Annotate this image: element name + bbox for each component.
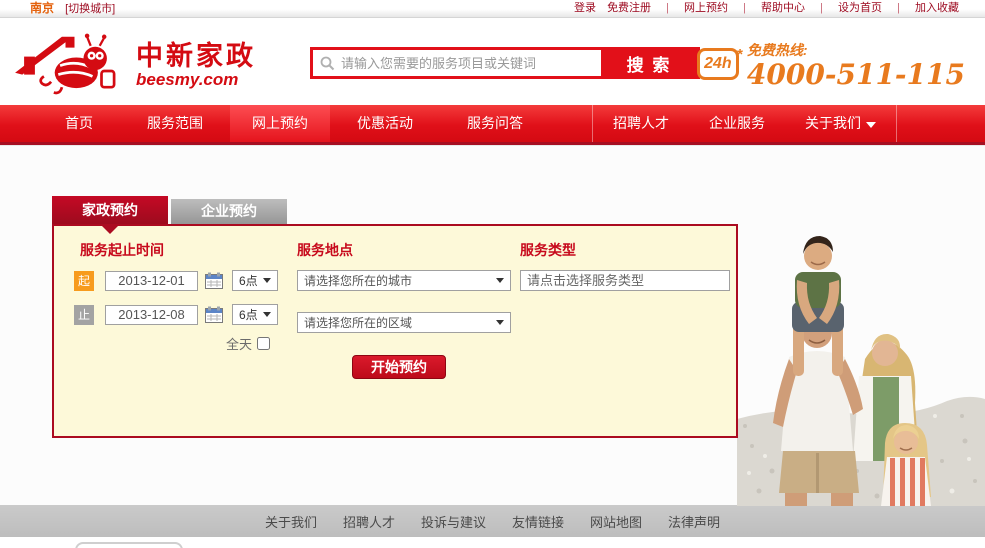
nav-item-services[interactable]: 服务范围 — [120, 105, 230, 142]
nav-left-group: 首页 服务范围 网上预约 优惠活动 服务问答 — [38, 105, 550, 142]
partial-rounded-box — [75, 542, 183, 548]
footer: 关于我们 招聘人才 投诉与建议 友情链接 网站地图 法律声明 — [0, 505, 985, 537]
footer-link-about[interactable]: 关于我们 — [265, 512, 317, 531]
hotline-label: 免费热线: — [746, 42, 808, 58]
select-arrow-icon — [263, 278, 271, 283]
site-logo[interactable]: 中新家政 beesmy.com — [10, 26, 256, 103]
city-selector: 南京 [切换城市] — [30, 1, 115, 17]
help-center-link[interactable]: 帮助中心 — [761, 2, 805, 14]
footer-link-sitemap[interactable]: 网站地图 — [590, 512, 642, 531]
main-content: 家政预约 企业预约 服务起止时间 服务地点 服务类型 起 2013-12-01 … — [0, 145, 985, 506]
bottom-strip — [0, 537, 985, 548]
set-homepage-link[interactable]: 设为首页 — [838, 2, 882, 14]
all-day-checkbox[interactable] — [257, 337, 271, 350]
start-tag: 起 — [74, 270, 94, 291]
topbar-links: 登录 免费注册 | 网上预约 | 帮助中心 | 设为首页 | 加入收藏 — [570, 1, 963, 16]
switch-city-link[interactable]: [切换城市] — [65, 3, 115, 15]
type-section-title: 服务类型 — [520, 242, 576, 258]
district-select[interactable]: 请选择您所在的区域 — [297, 312, 511, 333]
all-day-option: 全天 — [226, 334, 271, 353]
start-calendar-icon[interactable] — [205, 272, 223, 289]
nav-item-promotions[interactable]: 优惠活动 — [330, 105, 440, 142]
star-icon: * — [737, 46, 743, 63]
topbar: 南京 [切换城市] 登录 免费注册 | 网上预约 | 帮助中心 | 设为首页 |… — [0, 0, 985, 18]
end-calendar-icon[interactable] — [205, 306, 223, 323]
tab-company-booking[interactable]: 企业预约 — [171, 199, 287, 224]
footer-link-complaints[interactable]: 投诉与建议 — [421, 512, 486, 531]
bee-mascot-icon — [10, 26, 130, 103]
family-photo — [737, 161, 985, 506]
nav-right-group: 招聘人才 企业服务 关于我们 — [592, 105, 897, 142]
nav-item-online-booking[interactable]: 网上预约 — [230, 105, 330, 142]
separator: | — [666, 2, 669, 14]
search-icon — [320, 56, 335, 76]
nav-item-about-us[interactable]: 关于我们 — [785, 105, 896, 142]
logo-text: 中新家政 beesmy.com — [136, 41, 256, 89]
end-time-row: 止 6点 — [74, 304, 278, 325]
hotline: 24h * 免费热线: 4000-511-115 — [696, 40, 965, 91]
select-arrow-icon — [496, 278, 504, 283]
footer-link-legal[interactable]: 法律声明 — [668, 512, 720, 531]
tab-home-booking[interactable]: 家政预约 — [52, 196, 168, 224]
online-booking-link[interactable]: 网上预约 — [684, 2, 728, 14]
footer-link-recruitment[interactable]: 招聘人才 — [343, 512, 395, 531]
all-day-label: 全天 — [226, 337, 253, 352]
select-arrow-icon — [263, 312, 271, 317]
booking-tabs: 家政预约 企业预约 — [52, 196, 287, 224]
time-section-title: 服务起止时间 — [80, 242, 164, 258]
login-link[interactable]: 登录 — [574, 2, 596, 14]
nav-item-enterprise[interactable]: 企业服务 — [689, 105, 785, 142]
start-hour-select[interactable]: 6点 — [232, 270, 278, 291]
nav-item-home[interactable]: 首页 — [38, 105, 120, 142]
search-input[interactable] — [313, 50, 601, 76]
main-nav: 首页 服务范围 网上预约 优惠活动 服务问答 招聘人才 企业服务 关于我们 — [0, 105, 985, 145]
add-favorite-link[interactable]: 加入收藏 — [915, 2, 959, 14]
end-tag: 止 — [74, 304, 94, 325]
nav-item-faq[interactable]: 服务问答 — [440, 105, 550, 142]
nav-item-recruitment[interactable]: 招聘人才 — [593, 105, 689, 142]
start-booking-button[interactable]: 开始预约 — [352, 355, 446, 379]
current-city-label: 南京 — [30, 1, 55, 15]
separator: | — [743, 2, 746, 14]
search-button[interactable]: 搜 索 — [601, 50, 697, 76]
start-time-row: 起 6点 — [74, 270, 278, 291]
24h-badge-icon: 24h * — [696, 46, 743, 80]
chevron-down-icon — [866, 122, 876, 128]
brand-domain: beesmy.com — [136, 69, 239, 89]
select-arrow-icon — [496, 320, 504, 325]
location-section-title: 服务地点 — [297, 242, 353, 258]
service-type-input[interactable] — [520, 270, 730, 291]
separator: | — [820, 2, 823, 14]
start-date-input[interactable] — [105, 270, 198, 291]
active-tab-pointer-icon — [102, 226, 118, 234]
end-date-input[interactable] — [105, 304, 198, 325]
separator: | — [897, 2, 900, 14]
register-link[interactable]: 免费注册 — [607, 2, 651, 14]
hotline-number: 4000-511-115 — [746, 58, 965, 91]
footer-link-friendly-links[interactable]: 友情链接 — [512, 512, 564, 531]
header: 中新家政 beesmy.com 搜 索 24h* 免费热线: — [0, 18, 985, 105]
brand-name-cn: 中新家政 — [136, 40, 256, 71]
booking-panel: 服务起止时间 服务地点 服务类型 起 6点 — [52, 224, 738, 438]
search-box: 搜 索 — [310, 47, 700, 79]
end-hour-select[interactable]: 6点 — [232, 304, 278, 325]
city-select[interactable]: 请选择您所在的城市 — [297, 270, 511, 291]
page: 南京 [切换城市] 登录 免费注册 | 网上预约 | 帮助中心 | 设为首页 |… — [0, 0, 985, 548]
